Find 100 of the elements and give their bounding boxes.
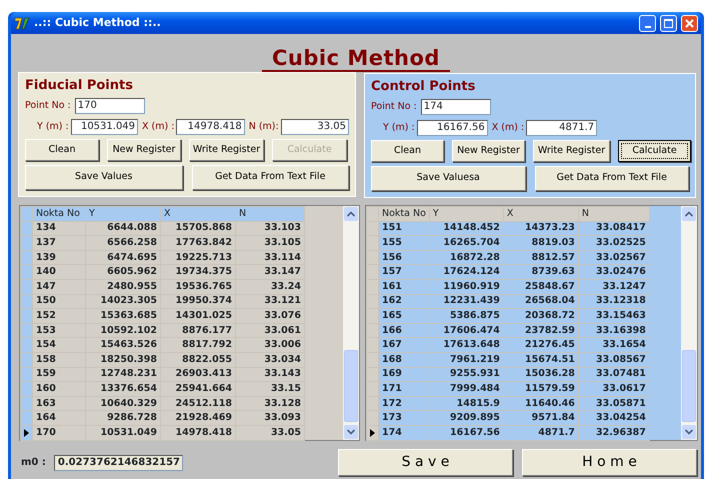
- table-cell: 8819.03: [503, 236, 578, 250]
- column-header: Y: [86, 206, 160, 222]
- scroll-up-icon[interactable]: [343, 206, 359, 222]
- table-cell: 33.08567: [578, 352, 650, 368]
- table-cell: 17763.842: [160, 236, 236, 250]
- action-button[interactable]: Save Values: [25, 165, 182, 190]
- action-button[interactable]: Get Data From Text File: [534, 166, 689, 191]
- table-cell: 8822.055: [160, 352, 236, 368]
- row-indicator[interactable]: [366, 425, 378, 440]
- scrollbar[interactable]: [681, 206, 697, 440]
- panel-title: Fiducial Points: [25, 77, 134, 95]
- action-button[interactable]: Write Register: [533, 140, 610, 162]
- table-cell: 11960.919: [429, 279, 504, 294]
- scroll-down-icon[interactable]: [681, 424, 697, 440]
- table-cell: 33.02525: [578, 236, 650, 250]
- minimize-button[interactable]: [639, 14, 656, 32]
- close-icon: [685, 18, 694, 28]
- table-cell: 157: [378, 264, 430, 280]
- table-cell: 20368.72: [503, 308, 578, 324]
- m0-label: m0 :: [21, 456, 46, 470]
- table-cell: 173: [378, 410, 430, 426]
- action-button[interactable]: New Register: [452, 140, 525, 162]
- table-cell: 169: [378, 367, 430, 382]
- field-label: Y (m) :: [37, 120, 69, 134]
- table-cell: 17606.474: [429, 323, 504, 338]
- table-cell: 33.15: [236, 382, 304, 396]
- table-cell: 6566.258: [86, 236, 160, 250]
- coordinate-field[interactable]: 10531.049: [70, 119, 138, 135]
- action-button[interactable]: New Register: [107, 139, 181, 161]
- action-button[interactable]: H o m e: [522, 449, 697, 476]
- scroll-up-icon[interactable]: [681, 206, 697, 222]
- table-cell: 163: [32, 396, 86, 411]
- table-cell: 33.114: [236, 250, 304, 265]
- field-label: N (m):: [248, 120, 279, 134]
- table-cell: 168: [378, 352, 430, 368]
- table-cell: 32.96387: [578, 425, 650, 440]
- coordinate-field[interactable]: 16167.56: [416, 120, 488, 136]
- table-cell: 8739.63: [503, 264, 578, 280]
- table-cell: 7961.219: [429, 352, 504, 368]
- table-cell: 33.006: [236, 338, 304, 352]
- table-cell: 15705.868: [160, 221, 236, 236]
- close-button[interactable]: [681, 14, 698, 32]
- table-cell: 6474.695: [86, 250, 160, 265]
- coordinate-field[interactable]: 14978.418: [176, 119, 245, 135]
- table-cell: 172: [378, 396, 430, 411]
- table-cell: 33.05871: [578, 396, 650, 411]
- column-header: N: [236, 206, 304, 222]
- table-cell: 11579.59: [503, 382, 578, 396]
- column-header: X: [503, 206, 578, 222]
- action-button[interactable]: Write Register: [189, 139, 264, 161]
- table-cell: 158: [32, 352, 86, 368]
- action-button[interactable]: Get Data From Text File: [192, 165, 349, 190]
- table-cell: 33.147: [236, 264, 304, 280]
- point-no-field[interactable]: 170: [74, 98, 145, 114]
- table-cell: 14148.452: [429, 221, 504, 236]
- table-cell: 166: [378, 323, 430, 338]
- action-button[interactable]: Save Valuesa: [371, 166, 526, 191]
- row-indicator[interactable]: [20, 425, 32, 440]
- field-label: Point No :: [25, 98, 71, 113]
- table-cell: 33.12318: [578, 294, 650, 309]
- table-cell: 9255.931: [429, 367, 504, 382]
- window-title: ..:: Cubic Method ::..: [34, 14, 161, 31]
- table-cell: 150: [32, 294, 86, 309]
- table-cell: 21928.469: [160, 410, 236, 426]
- table-cell: 17613.648: [429, 338, 504, 352]
- maximize-button[interactable]: [660, 14, 677, 32]
- table-cell: 33.143: [236, 367, 304, 382]
- table-cell: 162: [378, 294, 430, 309]
- table-cell: 26568.04: [503, 294, 578, 309]
- table-cell: 33.093: [236, 410, 304, 426]
- table-cell: 151: [378, 221, 430, 236]
- table-cell: 9209.895: [429, 410, 504, 426]
- point-no-field[interactable]: 174: [420, 99, 491, 115]
- table-cell: 5386.875: [429, 308, 504, 324]
- action-button[interactable]: S a v e: [338, 449, 513, 476]
- table-cell: 33.05: [236, 425, 304, 440]
- panel-title: Control Points: [371, 78, 476, 96]
- table-cell: 8817.792: [160, 338, 236, 352]
- table-cell: 33.16398: [578, 323, 650, 338]
- coordinate-field[interactable]: 4871.7: [526, 120, 598, 136]
- table-cell: 9571.84: [503, 410, 578, 426]
- field-label: Point No :: [371, 100, 417, 114]
- table-cell: 8812.57: [503, 250, 578, 265]
- table-cell: 137: [32, 236, 86, 250]
- action-button[interactable]: Calculate: [618, 140, 691, 162]
- scrollbar[interactable]: [343, 206, 359, 440]
- column-header: N: [578, 206, 650, 222]
- action-button[interactable]: Clean: [371, 140, 444, 162]
- table-cell: 24512.118: [160, 396, 236, 411]
- table-cell: 174: [378, 425, 430, 440]
- coordinate-field[interactable]: 33.05: [280, 119, 349, 135]
- table-cell: 33.0617: [578, 382, 650, 396]
- scroll-down-icon[interactable]: [343, 424, 359, 440]
- table-cell: 33.076: [236, 308, 304, 324]
- table-cell: 16167.56: [429, 425, 504, 440]
- table-cell: 9286.728: [86, 410, 160, 426]
- table-cell: 159: [32, 367, 86, 382]
- action-button[interactable]: Clean: [25, 139, 99, 161]
- m0-field: 0.0273762146832157: [54, 454, 183, 470]
- table-cell: 14815.9: [429, 396, 504, 411]
